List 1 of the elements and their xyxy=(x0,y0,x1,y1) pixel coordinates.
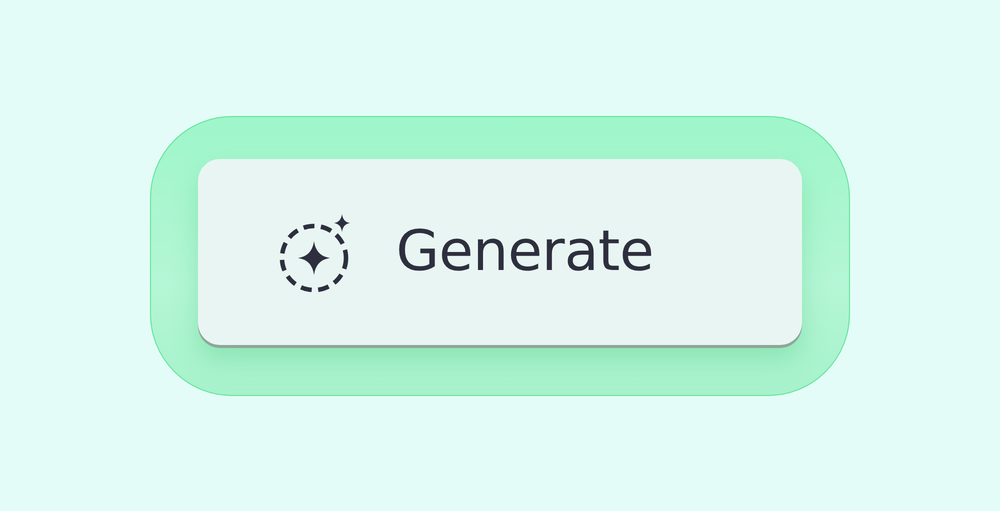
generate-button[interactable]: Generate xyxy=(198,158,802,344)
